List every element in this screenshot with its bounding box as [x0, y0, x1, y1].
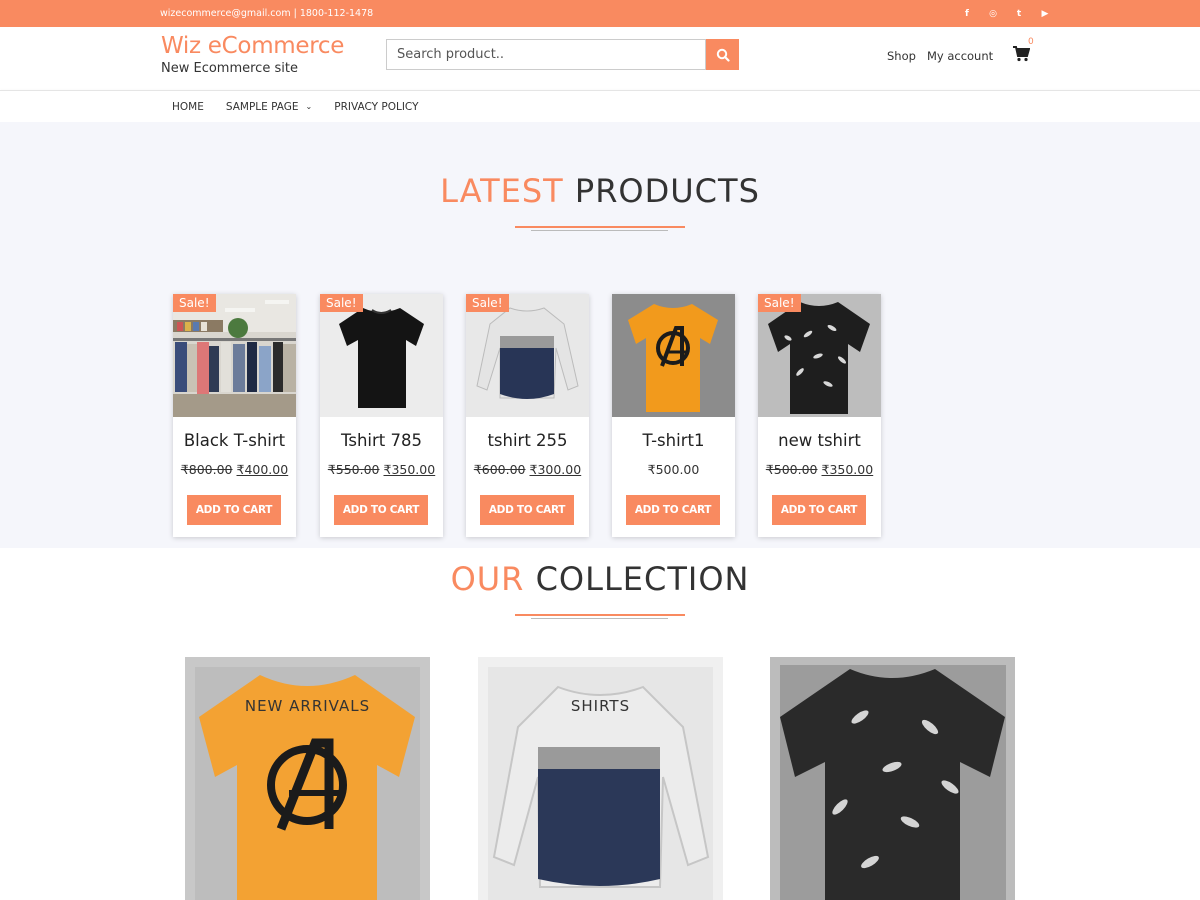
sale-price: ₹400.00 [236, 462, 289, 477]
top-bar: wizecommerce@gmail.com | 1800-112-1478 f… [0, 0, 1200, 27]
product-price: ₹500.00 ₹350.00 [758, 462, 881, 477]
collection-title: OUR COLLECTION [0, 560, 1200, 598]
sale-badge: Sale! [173, 294, 216, 312]
product-image[interactable]: Sale! [320, 294, 443, 417]
collection-title-main: COLLECTION [535, 560, 750, 598]
collection-tile-shirts[interactable]: SHIRTS [478, 657, 723, 900]
add-to-cart-button[interactable]: ADD TO CART [480, 495, 574, 525]
sale-price: ₹300.00 [529, 462, 582, 477]
product-card: Sale! new tshirt ₹500.00 ₹350.00 ADD TO C… [758, 294, 881, 537]
product-name[interactable]: Tshirt 785 [320, 431, 443, 450]
sale-price: ₹350.00 [821, 462, 874, 477]
site-tagline: New Ecommerce site [161, 61, 298, 76]
nav-home[interactable]: HOME [172, 101, 204, 113]
add-to-cart-button[interactable]: ADD TO CART [626, 495, 720, 525]
brand[interactable]: Wiz eCommerce New Ecommerce site [161, 33, 344, 76]
sale-badge: Sale! [320, 294, 363, 312]
nav-sample-page[interactable]: SAMPLE PAGE ⌄ [226, 101, 312, 113]
latest-title-main: PRODUCTS [574, 172, 760, 210]
nav-privacy-label: PRIVACY POLICY [334, 100, 419, 113]
search-form [386, 39, 739, 70]
instagram-icon[interactable]: ◎ [988, 9, 998, 19]
regular-price: ₹500.00 [647, 462, 700, 477]
social-links: f ◎ t ▶ [962, 9, 1050, 19]
site-title[interactable]: Wiz eCommerce [161, 33, 344, 59]
product-name[interactable]: new tshirt [758, 431, 881, 450]
product-card: T-shirt1 ₹500.00 ADD TO CART [612, 294, 735, 537]
add-to-cart-button[interactable]: ADD TO CART [334, 495, 428, 525]
product-name[interactable]: T-shirt1 [612, 431, 735, 450]
youtube-icon[interactable]: ▶ [1040, 9, 1050, 19]
product-image[interactable] [612, 294, 735, 417]
product-card: Sale! Black T-shirt ₹800.00 ₹400.00 ADD T… [173, 294, 296, 537]
product-card: Sale! tshirt 255 ₹600.00 ₹300.00 ADD TO C… [466, 294, 589, 537]
twitter-icon[interactable]: t [1014, 9, 1024, 19]
old-price: ₹600.00 [473, 462, 526, 477]
collection-label: SHIRTS [570, 697, 631, 715]
product-image[interactable]: Sale! [466, 294, 589, 417]
shop-link[interactable]: Shop [887, 49, 916, 63]
product-card: Sale! Tshirt 785 ₹550.00 ₹350.00 ADD TO C… [320, 294, 443, 537]
chevron-down-icon: ⌄ [305, 102, 313, 111]
sale-price: ₹350.00 [383, 462, 436, 477]
main-nav: HOME SAMPLE PAGE ⌄ PRIVACY POLICY [0, 90, 1200, 122]
title-divider [515, 226, 685, 228]
old-price: ₹800.00 [180, 462, 233, 477]
collection-title-accent: OUR [450, 560, 525, 598]
collection-label: NEW ARRIVALS [244, 697, 371, 715]
collection-tile-black-tees[interactable] [770, 657, 1015, 900]
product-name[interactable]: tshirt 255 [466, 431, 589, 450]
latest-products-title: LATEST PRODUCTS [0, 172, 1200, 210]
site-header: Wiz eCommerce New Ecommerce site Shop My… [0, 27, 1200, 90]
cart-icon [1013, 46, 1030, 62]
product-price: ₹600.00 ₹300.00 [466, 462, 589, 477]
sale-badge: Sale! [466, 294, 509, 312]
header-links: Shop My account [887, 49, 993, 63]
search-button[interactable] [706, 39, 739, 70]
my-account-link[interactable]: My account [927, 49, 993, 63]
nav-privacy-policy[interactable]: PRIVACY POLICY [334, 101, 418, 113]
collection-tile-new-arrivals[interactable]: NEW ARRIVALS [185, 657, 430, 900]
collection-section: OUR COLLECTION NEW ARRIVALS SHIRTS [0, 548, 1200, 900]
nav-home-label: HOME [172, 100, 204, 113]
product-image[interactable]: Sale! [173, 294, 296, 417]
old-price: ₹550.00 [327, 462, 380, 477]
title-divider-thin [531, 230, 668, 231]
cart-count: 0 [1028, 37, 1034, 47]
product-price: ₹500.00 [612, 462, 735, 477]
title-divider-thin [531, 618, 668, 619]
add-to-cart-button[interactable]: ADD TO CART [187, 495, 281, 525]
product-name[interactable]: Black T-shirt [173, 431, 296, 450]
product-price: ₹550.00 ₹350.00 [320, 462, 443, 477]
latest-title-accent: LATEST [440, 172, 564, 210]
search-input[interactable] [386, 39, 706, 70]
sale-badge: Sale! [758, 294, 801, 312]
search-icon [716, 48, 730, 62]
product-image[interactable]: Sale! [758, 294, 881, 417]
old-price: ₹500.00 [765, 462, 818, 477]
contact-info: wizecommerce@gmail.com | 1800-112-1478 [160, 8, 374, 19]
add-to-cart-button[interactable]: ADD TO CART [772, 495, 866, 525]
nav-sample-label: SAMPLE PAGE [225, 100, 299, 113]
title-divider [515, 614, 685, 616]
latest-products-section: LATEST PRODUCTS Sale! Black T-shirt ₹800… [0, 122, 1200, 548]
facebook-icon[interactable]: f [962, 9, 972, 19]
product-price: ₹800.00 ₹400.00 [173, 462, 296, 477]
cart-button[interactable]: 0 [1013, 37, 1034, 64]
